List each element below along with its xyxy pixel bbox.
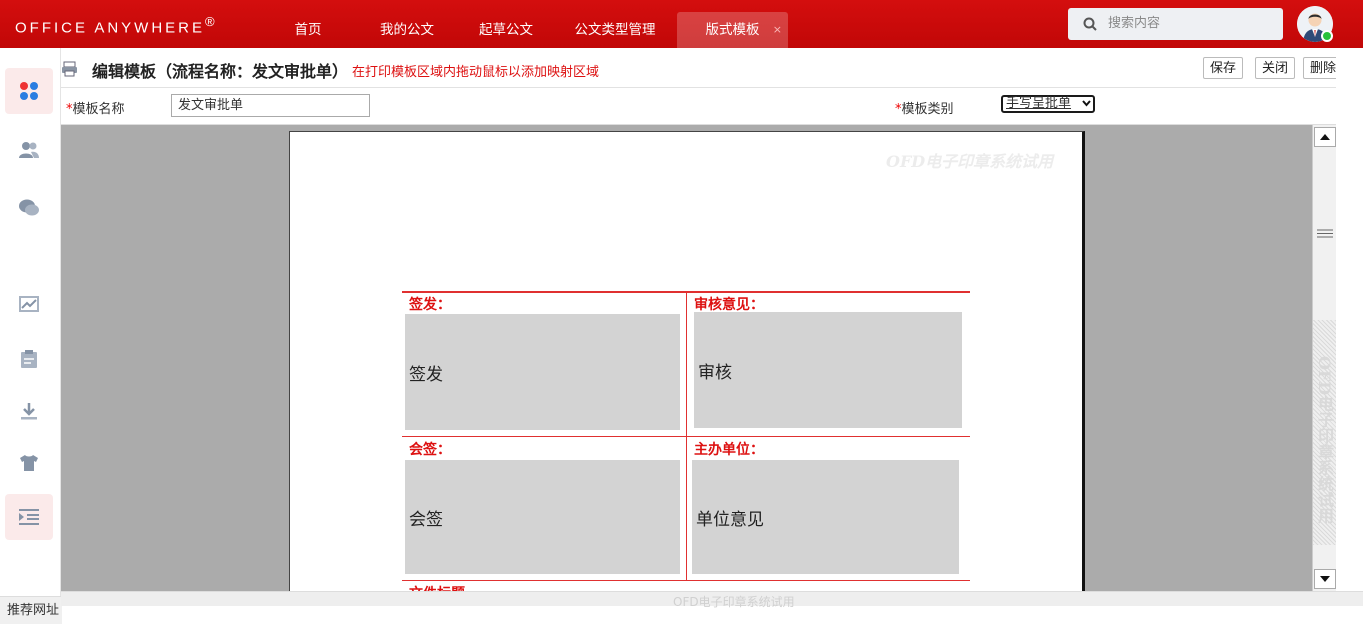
template-name-label-text: 模板名称: [72, 102, 125, 117]
scrollbar-grip-icon: [1317, 229, 1333, 238]
cell-label-review: 审核意见：: [694, 297, 764, 313]
arrow-up-icon: [1320, 134, 1330, 140]
cell-label-countersign: 会签：: [409, 442, 451, 458]
template-type-select[interactable]: 手写呈批单: [1001, 95, 1095, 113]
print-template-canvas[interactable]: OFD电子印章系统试用 签发： 签发 审核意见： 审核 会签： 会签 主办单位：…: [61, 125, 1312, 591]
template-type-value: 手写呈批单: [1006, 96, 1072, 111]
template-type-label: *模板类别: [895, 98, 954, 117]
watermark-text: OFD电子印章系统试用: [886, 152, 1054, 171]
template-type-label-text: 模板类别: [901, 102, 954, 117]
table-column-divider: [686, 292, 687, 581]
online-status-badge: [1321, 30, 1333, 42]
nav-document-type-management[interactable]: 公文类型管理: [566, 12, 664, 48]
right-edge: [1336, 48, 1363, 606]
chevron-down-icon: [1082, 100, 1091, 107]
close-button[interactable]: 关闭: [1255, 57, 1296, 79]
download-icon[interactable]: [5, 388, 53, 434]
nav-layout-template-label: 版式模板: [705, 22, 760, 38]
editor-title-bar: 编辑模板（流程名称：发文审批单） 在打印模板区域内拖动鼠标以添加映射区域 保存 …: [61, 48, 1363, 88]
top-bar: Office Anywhere® 首页 我的公文 起草公文 公文类型管理 版式模…: [0, 0, 1363, 48]
watermark-vertical: OFD电子印章系统试用: [1315, 356, 1334, 524]
cell-label-host-unit: 主办单位：: [694, 442, 764, 458]
chart-icon[interactable]: [5, 282, 53, 328]
search-icon: [1083, 17, 1097, 31]
page-hint: 在打印模板区域内拖动鼠标以添加映射区域: [352, 65, 600, 80]
mapping-field-review[interactable]: 审核: [694, 312, 962, 428]
arrow-down-icon: [1320, 576, 1330, 582]
scroll-up-button[interactable]: [1314, 127, 1336, 147]
close-tab-icon[interactable]: ×: [773, 12, 782, 48]
clipboard-icon[interactable]: [5, 336, 53, 382]
template-form-row: *模板名称 发文审批单 *模板类别 手写呈批单: [61, 88, 1363, 125]
save-button[interactable]: 保存: [1203, 57, 1244, 79]
users-icon[interactable]: [5, 127, 53, 173]
shirt-icon[interactable]: [5, 440, 53, 486]
nav-draft-document[interactable]: 起草公文: [470, 12, 542, 48]
template-name-label: *模板名称: [66, 98, 125, 117]
printer-icon: [62, 61, 77, 77]
nav-layout-template[interactable]: 版式模板 ×: [677, 12, 788, 48]
search-input[interactable]: 搜索内容: [1068, 8, 1283, 40]
recommend-sites[interactable]: 推荐网址: [0, 596, 62, 624]
horizontal-scrollbar[interactable]: OFD电子印章系统试用: [61, 591, 1363, 609]
scroll-down-button[interactable]: [1314, 569, 1336, 589]
left-sidebar: 推荐网址: [0, 48, 62, 624]
logo[interactable]: Office Anywhere®: [15, 14, 218, 38]
nav-home[interactable]: 首页: [283, 12, 333, 48]
template-name-field[interactable]: 发文审批单: [171, 94, 370, 117]
cell-label-sign: 签发：: [409, 297, 451, 313]
chat-icon[interactable]: [5, 185, 53, 231]
apps-grid-icon[interactable]: [5, 68, 53, 114]
watermark-bottom: OFD电子印章系统试用: [673, 595, 795, 609]
indent-icon[interactable]: [5, 494, 53, 540]
mapping-field-countersign[interactable]: 会签: [405, 460, 680, 574]
logo-text: Office Anywhere: [15, 19, 206, 37]
page-title: 编辑模板（流程名称：发文审批单）: [92, 62, 349, 81]
nav-my-documents[interactable]: 我的公文: [370, 12, 444, 48]
cell-label-document-title: 文件标题: [409, 583, 465, 591]
mapping-field-host-unit[interactable]: 单位意见: [692, 460, 959, 574]
mapping-field-sign[interactable]: 签发: [405, 314, 680, 430]
logo-reg: ®: [205, 14, 218, 29]
document-paper[interactable]: OFD电子印章系统试用 签发： 签发 审核意见： 审核 会签： 会签 主办单位：…: [289, 131, 1085, 591]
